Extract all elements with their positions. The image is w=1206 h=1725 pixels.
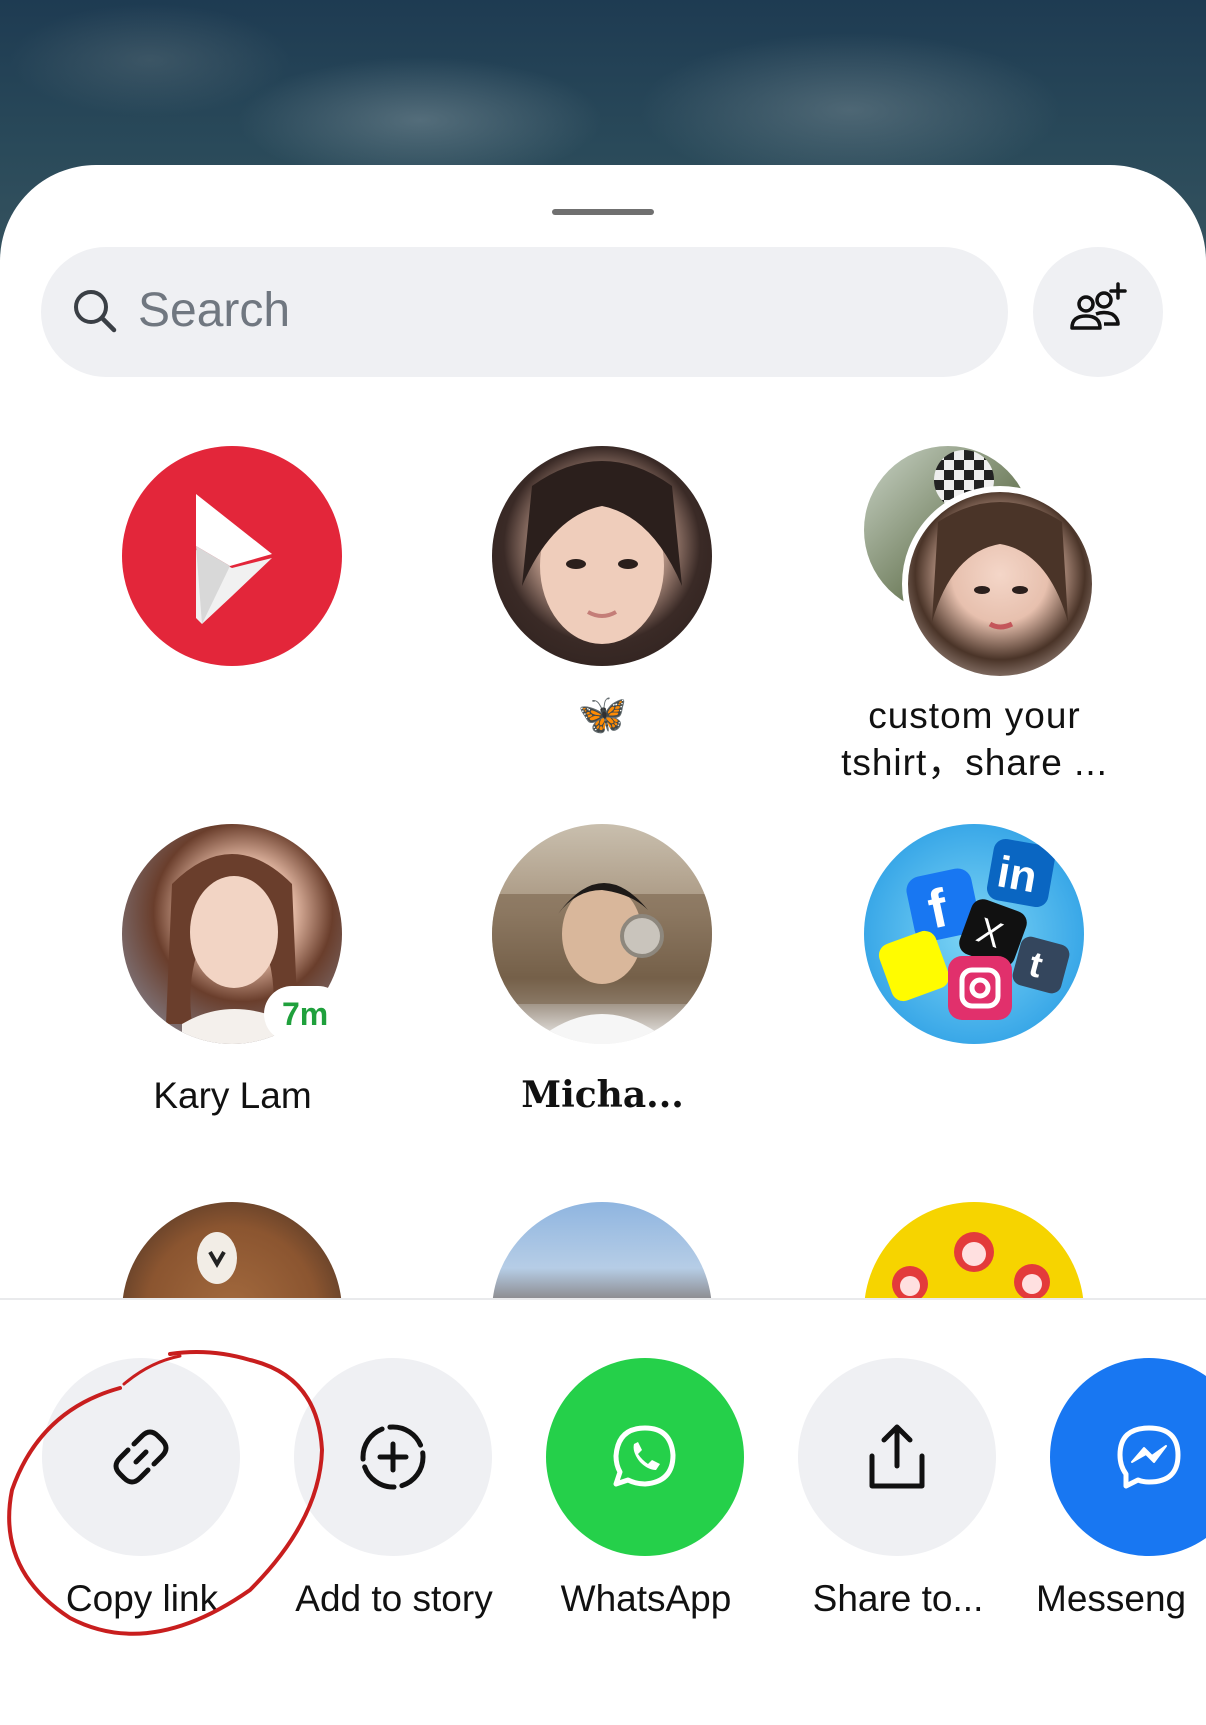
recipient-item[interactable]: custom your tshirt，share ... <box>788 446 1161 783</box>
recipient-item[interactable] <box>788 1202 1161 1298</box>
add-people-icon <box>1070 282 1127 330</box>
cartoon-illustration <box>892 1232 1050 1298</box>
add-story-icon <box>360 1424 426 1490</box>
recipient-item[interactable] <box>46 1202 419 1298</box>
social-icons-illustration: f in X t <box>878 838 1070 1020</box>
search-icon <box>74 290 117 333</box>
svg-text:in: in <box>994 847 1041 902</box>
recipient-grid: 🦋 custom your tshirt，share ... 7m Kary L… <box>0 420 1206 1298</box>
messenger-label: Messeng <box>1036 1578 1187 1619</box>
sheet-grabber[interactable] <box>552 209 654 215</box>
active-status-badge: 7m <box>268 990 343 1038</box>
recipient-item[interactable]: f in X t <box>788 824 1161 1124</box>
recipient-item[interactable]: 🦋 <box>416 446 789 746</box>
portrait-illustration <box>492 882 712 1044</box>
group-avatar-front <box>902 486 1098 682</box>
bear-illustration <box>197 1232 237 1284</box>
share-to-label: Share to... <box>812 1578 984 1619</box>
add-people-button[interactable] <box>1033 247 1163 377</box>
recipient-item[interactable]: 7m Kary Lam <box>46 824 419 1124</box>
brown-bear-avatar <box>122 1202 342 1298</box>
social-media-avatar: f in X t <box>864 824 1084 1044</box>
recipient-name: 🦋 <box>577 693 628 737</box>
share-icon <box>869 1424 925 1489</box>
search-bar[interactable]: Search <box>41 247 1008 377</box>
messenger-icon <box>1117 1425 1181 1489</box>
recipient-item[interactable] <box>416 1202 789 1298</box>
share-to-action[interactable]: Share to... <box>798 1358 998 1619</box>
recipient-item[interactable]: Micha... <box>416 824 789 1124</box>
annotation-circle-icon <box>7 1350 325 1636</box>
recipient-name: Micha... <box>521 1074 684 1116</box>
whatsapp-action[interactable]: WhatsApp <box>546 1358 746 1619</box>
whatsapp-button[interactable] <box>546 1358 744 1556</box>
search-input[interactable]: Search <box>138 281 290 341</box>
whatsapp-icon <box>613 1425 676 1487</box>
street-scene-avatar <box>492 1202 712 1298</box>
yellow-cartoon-avatar <box>864 1202 1084 1298</box>
recipient-name: custom your tshirt，share ... <box>841 695 1108 783</box>
actions-divider <box>0 1298 1206 1300</box>
face-illustration <box>932 502 1068 630</box>
messenger-action[interactable]: Messeng <box>1036 1358 1206 1619</box>
woman-selfie-avatar <box>492 446 712 666</box>
messenger-button[interactable] <box>1050 1358 1206 1556</box>
share-to-button[interactable] <box>798 1358 996 1556</box>
recipient-name: Kary Lam <box>153 1075 312 1116</box>
face-illustration <box>522 461 682 644</box>
recipient-item[interactable] <box>46 446 419 746</box>
man-headphones-avatar <box>492 824 712 1044</box>
play-logo-icon <box>196 494 272 624</box>
red-play-logo-avatar <box>122 446 342 666</box>
